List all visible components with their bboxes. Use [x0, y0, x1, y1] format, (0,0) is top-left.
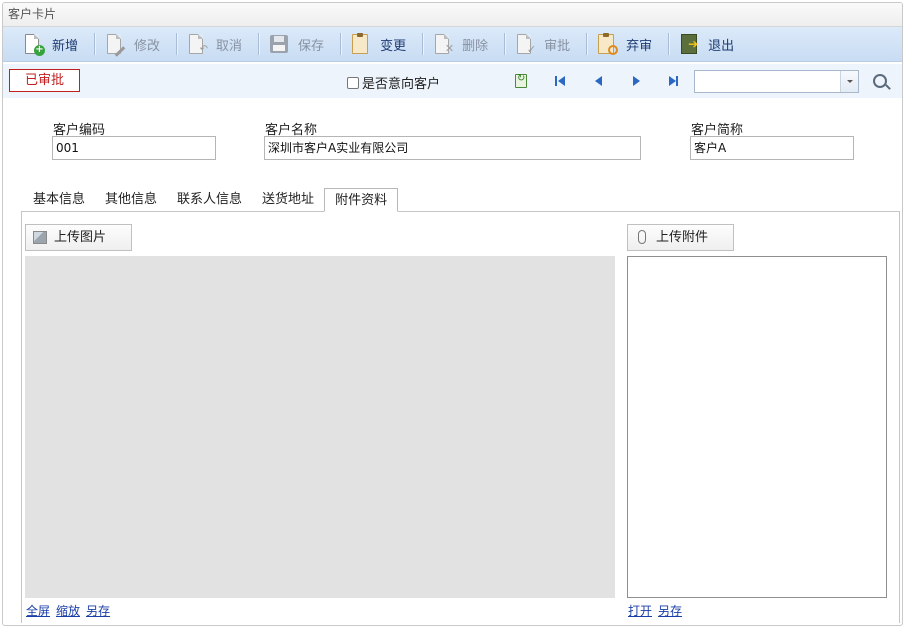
image-preview-area[interactable]	[25, 256, 615, 598]
customer-short-name-field[interactable]: 客户A	[690, 136, 854, 160]
approved-status-badge: 已审批	[9, 69, 80, 92]
customer-code-field[interactable]: 001	[52, 136, 216, 160]
tab-attachments[interactable]: 附件资料	[324, 188, 399, 212]
toolbar-separator	[422, 33, 424, 55]
abandon-approval-button[interactable]: 弃审	[591, 29, 664, 59]
next-record-button[interactable]	[629, 73, 645, 89]
last-record-icon	[669, 76, 676, 86]
record-status-bar: 已审批 是否意向客户	[3, 64, 902, 98]
first-record-button[interactable]	[552, 73, 568, 89]
toolbar-separator	[258, 33, 260, 55]
exit-button-label: 退出	[708, 38, 735, 54]
save-button-label: 保存	[298, 38, 325, 54]
paperclip-icon	[638, 230, 646, 244]
upload-image-button[interactable]: 上传图片	[25, 224, 132, 251]
approve-button[interactable]: ✓ 审批	[509, 29, 582, 59]
abandon-button-label: 弃审	[626, 38, 653, 54]
save-button[interactable]: 保存	[263, 29, 336, 59]
window-title: 客户卡片	[3, 3, 902, 27]
open-attachment-link[interactable]: 打开	[628, 602, 652, 619]
approve-clipboard-icon: ✓	[513, 32, 537, 56]
tab-delivery-address[interactable]: 送货地址	[252, 188, 324, 212]
delete-button-label: 删除	[462, 38, 489, 54]
tab-basic-info[interactable]: 基本信息	[23, 188, 95, 212]
upload-attachment-label: 上传附件	[656, 230, 709, 245]
tab-bar: 基本信息 其他信息 联系人信息 送货地址 附件资料	[23, 188, 399, 212]
cancel-button-label: 取消	[216, 38, 243, 54]
search-icon[interactable]	[873, 74, 887, 88]
cancel-document-icon: ↶	[185, 32, 209, 56]
intent-customer-label: 是否意向客户	[362, 77, 441, 92]
fullscreen-link[interactable]: 全屏	[26, 602, 50, 619]
delete-document-icon: ✕	[431, 32, 455, 56]
tab-contacts[interactable]: 联系人信息	[167, 188, 252, 212]
save-image-as-link[interactable]: 另存	[86, 602, 110, 619]
next-record-icon	[633, 76, 640, 86]
change-button[interactable]: 变更	[345, 29, 418, 59]
toolbar-separator	[340, 33, 342, 55]
zoom-link[interactable]: 缩放	[56, 602, 80, 619]
intent-customer-checkbox[interactable]: 是否意向客户	[347, 73, 440, 92]
abandon-approval-icon	[595, 32, 619, 56]
attachment-list[interactable]	[627, 256, 887, 598]
exit-button[interactable]: 退出	[673, 29, 746, 59]
new-button-label: 新增	[52, 38, 79, 54]
floppy-disk-icon	[267, 32, 291, 56]
record-select-dropdown[interactable]	[694, 70, 859, 93]
upload-attachment-button[interactable]: 上传附件	[627, 224, 734, 251]
toolbar-separator	[586, 33, 588, 55]
new-button[interactable]: + 新增	[17, 29, 90, 59]
exit-door-icon	[677, 32, 701, 56]
previous-record-button[interactable]	[591, 73, 607, 89]
previous-record-icon	[595, 76, 602, 86]
last-record-button[interactable]	[665, 73, 681, 89]
approve-button-label: 审批	[544, 38, 571, 54]
clipboard-icon	[349, 32, 373, 56]
refresh-icon	[515, 73, 527, 88]
picture-icon	[33, 231, 47, 244]
upload-image-label: 上传图片	[54, 230, 107, 245]
customer-card-window: 客户卡片 + 新增 修改 ↶ 取消 保存 变更 ✕ 删除 ✓ 审批 弃审 ➔ 退…	[2, 2, 903, 626]
customer-name-field[interactable]: 深圳市客户A实业有限公司	[264, 136, 641, 160]
new-document-icon: +	[21, 32, 45, 56]
delete-button[interactable]: ✕ 删除	[427, 29, 500, 59]
tab-other-info[interactable]: 其他信息	[95, 188, 167, 212]
save-attachment-as-link[interactable]: 另存	[658, 602, 682, 619]
toolbar: + 新增 修改 ↶ 取消 保存 变更 ✕ 删除 ✓ 审批 弃审 ➔ 退出	[3, 27, 902, 62]
first-record-icon	[555, 76, 557, 86]
toolbar-separator	[94, 33, 96, 55]
refresh-button[interactable]	[513, 73, 529, 89]
change-button-label: 变更	[380, 38, 407, 54]
edit-button[interactable]: 修改	[99, 29, 172, 59]
chevron-down-icon[interactable]	[840, 71, 858, 92]
cancel-button[interactable]: ↶ 取消	[181, 29, 254, 59]
edit-button-label: 修改	[134, 38, 161, 54]
toolbar-separator	[176, 33, 178, 55]
toolbar-separator	[504, 33, 506, 55]
edit-document-icon	[103, 32, 127, 57]
toolbar-separator	[668, 33, 670, 55]
checkbox-box[interactable]	[347, 76, 359, 89]
